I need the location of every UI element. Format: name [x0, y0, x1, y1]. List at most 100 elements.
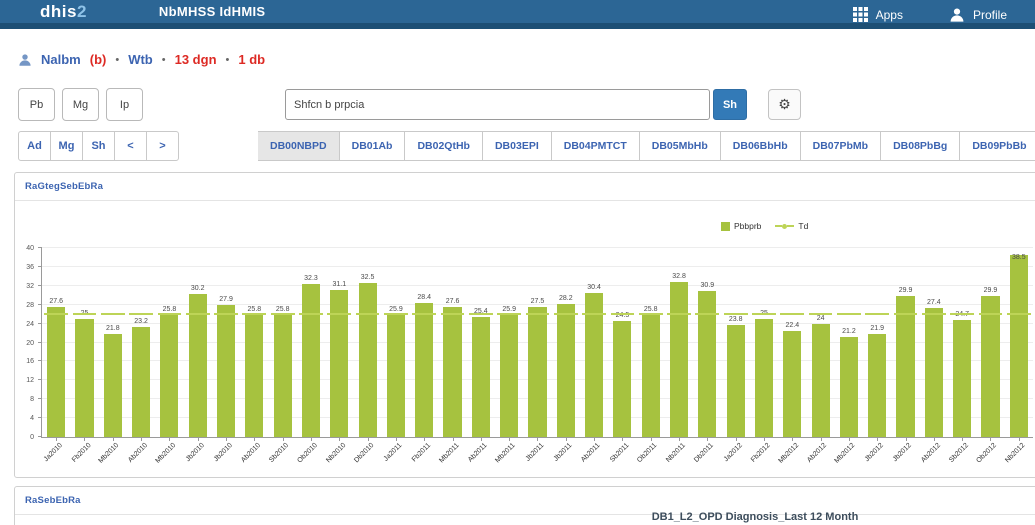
- bottom-panel-links[interactable]: RaSebEbRa: [25, 495, 81, 506]
- message-link[interactable]: Wtb: [128, 52, 153, 67]
- bar[interactable]: [75, 319, 93, 437]
- bar[interactable]: [500, 315, 518, 437]
- top-navbar: dhis2 NbMHSS IdHMIS Apps: [0, 0, 1035, 29]
- bar-cell[interactable]: 25.9Mb2011: [495, 248, 523, 437]
- bar[interactable]: [557, 304, 575, 437]
- bar-cell[interactable]: 27.5Jb2011: [523, 248, 551, 437]
- bar-cell[interactable]: 27.4Ab2012: [920, 248, 948, 437]
- bar-cell[interactable]: 21.8Mb2010: [99, 248, 127, 437]
- bar-cell[interactable]: 27.6Mb2011: [438, 248, 466, 437]
- bar[interactable]: [868, 334, 886, 437]
- tab-db01[interactable]: DB01Ab: [339, 131, 406, 161]
- bar-cell[interactable]: 27.9Jb2010: [212, 248, 240, 437]
- target-dash: [412, 313, 436, 315]
- bar[interactable]: [896, 296, 914, 437]
- bar-cell[interactable]: 27.6Ja2010: [42, 248, 70, 437]
- bar-cell[interactable]: 24.7Sb2012: [948, 248, 976, 437]
- bar[interactable]: [528, 307, 546, 437]
- bar-cell[interactable]: 28.2Jb2011: [552, 248, 580, 437]
- bar-cell[interactable]: 21.9Jb2012: [863, 248, 891, 437]
- settings-button[interactable]: ⚙: [768, 89, 801, 120]
- bar[interactable]: [840, 337, 858, 437]
- bar-cell[interactable]: 32.3Ob2010: [297, 248, 325, 437]
- tab-db03[interactable]: DB03EPI: [482, 131, 552, 161]
- toolbar-button-mg[interactable]: Mg: [62, 88, 99, 121]
- toolbar-button-pb[interactable]: Pb: [18, 88, 55, 121]
- bar[interactable]: [783, 331, 801, 437]
- alert-days[interactable]: 13 dgn: [175, 52, 217, 67]
- bar[interactable]: [727, 325, 745, 437]
- dhis2-logo[interactable]: dhis2: [40, 2, 87, 22]
- bar-cell[interactable]: 25.9Ja2011: [382, 248, 410, 437]
- bar[interactable]: [245, 315, 263, 437]
- tab-db09[interactable]: DB09PbBb: [959, 131, 1035, 161]
- bar[interactable]: [670, 282, 688, 437]
- tab-db00[interactable]: DB00NBPD: [258, 131, 340, 161]
- bar[interactable]: [302, 284, 320, 437]
- tab-scroll-right[interactable]: >: [146, 131, 179, 161]
- bar[interactable]: [953, 320, 971, 437]
- x-tick-label: Sb2011: [609, 442, 631, 464]
- bar-cell[interactable]: 25Fb2010: [70, 248, 98, 437]
- target-dash: [752, 313, 776, 315]
- bar[interactable]: [330, 290, 348, 437]
- bar-cell[interactable]: 21.2Mb2012: [835, 248, 863, 437]
- search-input[interactable]: [285, 89, 710, 120]
- bar-cell[interactable]: 23.2Ab2010: [127, 248, 155, 437]
- tab-control-add[interactable]: Ad: [18, 131, 51, 161]
- bar[interactable]: [812, 324, 830, 437]
- bar[interactable]: [642, 315, 660, 437]
- bar[interactable]: [981, 296, 999, 437]
- bar-cell[interactable]: 24Ab2012: [806, 248, 834, 437]
- bar[interactable]: [755, 319, 773, 437]
- tab-control-share[interactable]: Sh: [82, 131, 115, 161]
- tab-db07[interactable]: DB07PbMb: [800, 131, 881, 161]
- legend-bar-label: Pbbprb: [734, 221, 761, 231]
- bar[interactable]: [274, 315, 292, 437]
- bar[interactable]: [217, 305, 235, 437]
- bar-cell[interactable]: 23.8Ja2012: [722, 248, 750, 437]
- tab-db04[interactable]: DB04PMTCT: [551, 131, 640, 161]
- bar-cell[interactable]: 30.9Db2011: [693, 248, 721, 437]
- bar-cell[interactable]: 30.4Ab2011: [580, 248, 608, 437]
- bar[interactable]: [104, 334, 122, 437]
- bar[interactable]: [472, 317, 490, 437]
- bar-cell[interactable]: 29.9Jb2012: [891, 248, 919, 437]
- profile-menu[interactable]: Profile: [949, 7, 1007, 23]
- tab-db02[interactable]: DB02QtHb: [404, 131, 483, 161]
- bar-cell[interactable]: 32.5Db2010: [353, 248, 381, 437]
- bar[interactable]: [132, 327, 150, 437]
- bar-cell[interactable]: 25Fb2012: [750, 248, 778, 437]
- tab-db06[interactable]: DB06BbHb: [720, 131, 801, 161]
- bar-cell[interactable]: 38.5Nb2012: [1005, 248, 1033, 437]
- bar-cell[interactable]: 32.8Nb2011: [665, 248, 693, 437]
- tab-db05[interactable]: DB05MbHb: [639, 131, 721, 161]
- bar[interactable]: [387, 315, 405, 437]
- bar-cell[interactable]: 25.4Ab2011: [467, 248, 495, 437]
- search-button[interactable]: Sh: [713, 89, 747, 120]
- bar-cell[interactable]: 24.5Sb2011: [608, 248, 636, 437]
- tab-scroll-left[interactable]: <: [114, 131, 147, 161]
- alert-items[interactable]: 1 db: [238, 52, 265, 67]
- tab-db08[interactable]: DB08PbBg: [880, 131, 960, 161]
- bar-cell[interactable]: 29.9Ob2012: [976, 248, 1004, 437]
- bar-cell[interactable]: 25.8Mb2010: [155, 248, 183, 437]
- bar-cell[interactable]: 28.4Fb2011: [410, 248, 438, 437]
- apps-menu[interactable]: Apps: [853, 7, 903, 22]
- chart-panel-links[interactable]: RaGtegSebEbRa: [25, 181, 103, 192]
- bar[interactable]: [47, 307, 65, 437]
- target-dash: [554, 313, 578, 315]
- bar-cell[interactable]: 22.4Mb2012: [778, 248, 806, 437]
- bar[interactable]: [160, 315, 178, 437]
- bar[interactable]: [925, 308, 943, 437]
- bar[interactable]: [443, 307, 461, 437]
- bar[interactable]: [189, 294, 207, 437]
- tab-control-manage[interactable]: Mg: [50, 131, 83, 161]
- bar[interactable]: [1010, 255, 1028, 437]
- bar[interactable]: [613, 321, 631, 437]
- message-user-name[interactable]: Nalbm: [41, 52, 81, 67]
- toolbar-button-ip[interactable]: Ip: [106, 88, 143, 121]
- bar-cell[interactable]: 30.2Jb2010: [184, 248, 212, 437]
- bar-cell[interactable]: 25.8Ab2010: [240, 248, 268, 437]
- bar[interactable]: [415, 303, 433, 437]
